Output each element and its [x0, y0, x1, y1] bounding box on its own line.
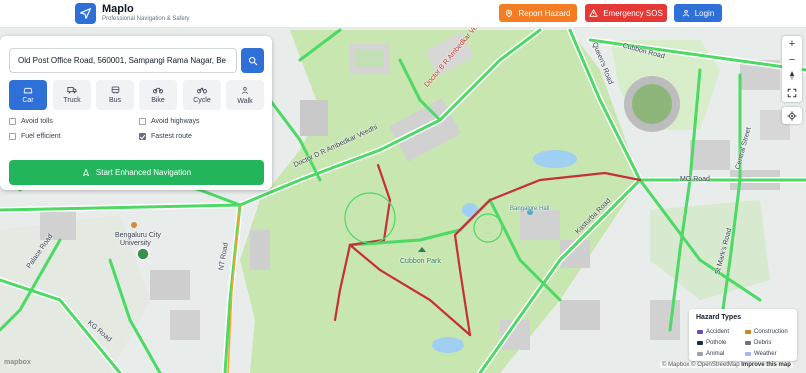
emergency-sos-button[interactable]: Emergency SOS: [585, 4, 667, 22]
zoom-in-icon: +: [788, 38, 796, 50]
mode-truck-label: Truck: [63, 97, 81, 104]
mode-walk-label: Walk: [237, 97, 253, 105]
attribution-text: © Mapbox © OpenStreetMap: [662, 362, 740, 368]
mode-car-button[interactable]: Car: [9, 80, 47, 110]
brand-tagline: Professional Navigation & Safety: [102, 16, 190, 22]
fuel-efficient-label: Fuel efficient: [21, 133, 61, 140]
option-fuel-efficient[interactable]: Fuel efficient: [9, 133, 61, 140]
app-header: Maplo Professional Navigation & Safety R…: [0, 0, 806, 28]
poi-label-cubbon-park: Cubbon Park: [400, 258, 441, 265]
improve-map-link[interactable]: Improve this map: [741, 362, 791, 368]
construction-icon: [745, 330, 751, 334]
fuel-efficient-checkbox[interactable]: [9, 133, 16, 140]
poi-label-university-2: University: [120, 240, 151, 247]
fastest-route-checkbox[interactable]: [139, 133, 146, 140]
cycle-icon: [197, 87, 207, 94]
zoom-out-icon: −: [788, 54, 796, 66]
accident-icon: [697, 330, 703, 334]
mode-bus-button[interactable]: Bus: [96, 80, 134, 110]
report-hazard-button[interactable]: Report Hazard: [499, 4, 577, 22]
map-attribution[interactable]: © Mapbox © OpenStreetMap Improve this ma…: [660, 362, 793, 368]
mode-car-label: Car: [22, 97, 34, 104]
poi-label-university-1: Bengaluru City: [115, 232, 161, 239]
mode-truck-button[interactable]: Truck: [53, 80, 91, 110]
navigation-arrow-icon: [80, 8, 91, 19]
route-panel: Car Truck Bus Bike Cycle Walk: [0, 36, 272, 190]
start-navigation-button[interactable]: Start Enhanced Navigation: [9, 160, 264, 185]
debris-icon: [745, 341, 751, 345]
travel-mode-selector: Car Truck Bus Bike Cycle Walk: [9, 80, 265, 111]
app-root: Maplo Professional Navigation & Safety R…: [0, 0, 806, 373]
poi-label-hall: Bangalore Hall: [510, 206, 550, 212]
hazard-legend: Hazard Types Accident Construction Potho…: [689, 309, 797, 361]
compass-icon: [789, 71, 795, 81]
location-pin-icon: [506, 9, 513, 17]
logo[interactable]: [75, 3, 96, 24]
weather-icon: [745, 352, 751, 356]
report-hazard-label: Report Hazard: [518, 8, 571, 18]
navigation-arrow-icon: [82, 168, 89, 177]
mode-bike-button[interactable]: Bike: [139, 80, 177, 110]
legend-label-weather: Weather: [754, 351, 777, 357]
legend-item-debris: Debris: [745, 340, 771, 346]
animal-icon: [697, 352, 703, 356]
geolocate-icon: [787, 110, 797, 121]
legend-item-weather: Weather: [745, 351, 777, 357]
compass-button[interactable]: [782, 68, 802, 84]
login-label: Login: [694, 8, 715, 18]
mode-cycle-label: Cycle: [193, 97, 211, 104]
legend-item-construction: Construction: [745, 329, 788, 335]
option-avoid-tolls[interactable]: Avoid tolls: [9, 118, 53, 125]
mode-cycle-button[interactable]: Cycle: [183, 80, 221, 110]
avoid-tolls-checkbox[interactable]: [9, 118, 16, 125]
fullscreen-icon: [787, 88, 797, 98]
fastest-route-label: Fastest route: [151, 133, 192, 140]
search-icon: [248, 56, 257, 65]
avoid-tolls-label: Avoid tolls: [21, 118, 53, 125]
user-icon: [682, 9, 689, 17]
legend-label-debris: Debris: [754, 340, 772, 346]
warning-triangle-icon: [589, 9, 598, 17]
avoid-highways-label: Avoid highways: [151, 118, 200, 125]
legend-item-pothole: Pothole: [697, 340, 726, 346]
legend-item-animal: Animal: [697, 351, 724, 357]
street-label-mg-road: MG Road: [680, 176, 710, 183]
avoid-highways-checkbox[interactable]: [139, 118, 146, 125]
option-avoid-highways[interactable]: Avoid highways: [139, 118, 200, 125]
pothole-icon: [697, 341, 703, 345]
legend-label-accident: Accident: [706, 329, 730, 335]
geolocate-button[interactable]: [782, 107, 802, 124]
mode-walk-button[interactable]: Walk: [226, 80, 264, 110]
search-button[interactable]: [241, 48, 264, 73]
fullscreen-button[interactable]: [782, 85, 802, 101]
mode-bike-label: Bike: [151, 97, 165, 104]
legend-label-pothole: Pothole: [706, 340, 727, 346]
emergency-sos-label: Emergency SOS: [603, 8, 663, 18]
mode-bus-label: Bus: [108, 97, 122, 104]
bike-icon: [153, 87, 163, 94]
walk-icon: [242, 86, 248, 94]
mapbox-logo[interactable]: mapbox: [4, 359, 31, 366]
car-icon: [23, 87, 33, 94]
map-zoom-controls: + −: [782, 36, 802, 102]
legend-label-construction: Construction: [754, 329, 788, 335]
zoom-in-button[interactable]: +: [782, 36, 802, 52]
login-button[interactable]: Login: [674, 4, 722, 22]
legend-item-accident: Accident: [697, 329, 729, 335]
truck-icon: [67, 87, 77, 94]
zoom-out-button[interactable]: −: [782, 52, 802, 68]
brand-name: Maplo: [102, 3, 134, 15]
start-navigation-label: Start Enhanced Navigation: [95, 168, 192, 177]
destination-search-input[interactable]: [9, 48, 237, 73]
option-fastest-route[interactable]: Fastest route: [139, 133, 192, 140]
legend-title: Hazard Types: [696, 314, 741, 321]
legend-label-animal: Animal: [706, 351, 725, 357]
bus-icon: [111, 86, 119, 94]
